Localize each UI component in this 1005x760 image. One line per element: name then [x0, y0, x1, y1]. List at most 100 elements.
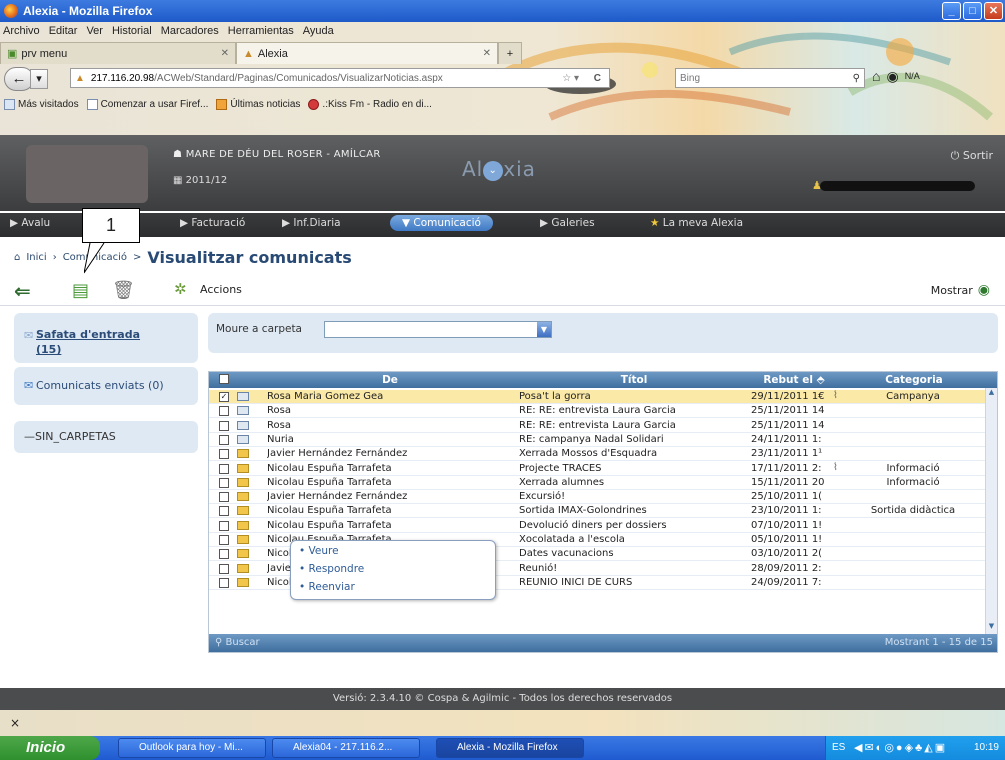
breadcrumb-home[interactable]: Inici	[26, 252, 46, 263]
close-tab-icon[interactable]: ✕	[483, 48, 491, 59]
addon-icon[interactable]: ◉	[886, 68, 898, 85]
row-checkbox[interactable]	[219, 520, 229, 531]
scroll-up-icon[interactable]: ▲	[986, 388, 997, 400]
table-row[interactable]: Javier Hernández Fernández Excursió! 25/10…	[209, 490, 985, 505]
table-row[interactable]: Nicolau Espuña Tarrafeta Projecte TRACES 1…	[209, 462, 985, 476]
back-arrow-icon[interactable]: ⇐	[14, 279, 31, 303]
close-tab-icon[interactable]: ✕	[221, 48, 229, 59]
language-indicator[interactable]: ES	[832, 742, 845, 753]
start-button[interactable]: Inicio	[0, 736, 100, 760]
bookmark-comenzar[interactable]: Comenzar a usar Firef...	[86, 98, 208, 110]
envelope-icon	[237, 549, 249, 559]
col-de[interactable]: De	[265, 374, 515, 386]
close-window-button[interactable]: ✕	[984, 2, 1003, 20]
menu-archivo[interactable]: Archivo	[2, 25, 41, 37]
breadcrumb: ⌂ Inici › Comunicació > Visualitzar comu…	[14, 247, 352, 267]
school-year[interactable]: ▦ 2011/12	[173, 175, 227, 186]
sidebar-sent[interactable]: ✉ Comunicats enviats (0)	[14, 367, 198, 405]
folder-select[interactable]: ▼	[324, 321, 552, 338]
menu-historial[interactable]: Historial	[111, 25, 153, 37]
nav-galeries[interactable]: ▶ Galeries	[540, 217, 595, 229]
url-bar[interactable]: ▲ 217.116.20.98/ACWeb/Standard/Paginas/C…	[70, 68, 610, 88]
table-row[interactable]: Javier Hernández Fernández Xerrada Mossos…	[209, 447, 985, 462]
logout-button[interactable]: ⏻ Sortir	[951, 149, 993, 163]
table-row[interactable]: Nicolau Espuña Tarrafeta Sortida IMAX-Gol…	[209, 504, 985, 519]
menu-ayuda[interactable]: Ayuda	[302, 25, 335, 37]
table-row[interactable]: Nicolau Espuña Tarrafeta Devolució diners…	[209, 519, 985, 533]
minimize-button[interactable]: _	[942, 2, 961, 20]
cell-from: Rosa Maria Gomez Gea	[267, 391, 384, 402]
row-checkbox[interactable]	[219, 549, 229, 560]
tray-icons[interactable]: ◀✉◐◎●◈♣◭▣	[854, 741, 947, 754]
close-status-icon[interactable]: ×	[10, 716, 20, 730]
sidebar-inbox[interactable]: ✉ Safata d'entrada (15)	[14, 313, 198, 363]
menu-item-respondre[interactable]: • Respondre	[299, 563, 364, 575]
scroll-down-icon[interactable]: ▼	[986, 622, 997, 634]
maximize-button[interactable]: □	[963, 2, 982, 20]
tab-alexia[interactable]: ▲ Alexia ✕	[236, 42, 498, 64]
row-checkbox[interactable]	[219, 563, 229, 574]
home-icon[interactable]: ⌂	[14, 252, 20, 263]
row-checkbox[interactable]	[219, 420, 229, 431]
nav-comunicacio[interactable]: ▼ Comunicació	[390, 215, 493, 231]
table-row[interactable]: Nuria RE: campanya Nadal Solidari 24/11/20…	[209, 433, 985, 447]
row-checkbox[interactable]	[219, 477, 229, 488]
envelope-icon	[237, 477, 249, 487]
row-checkbox[interactable]	[219, 449, 229, 460]
delete-icon[interactable]: 🗑	[112, 280, 135, 301]
nav-avaluacio[interactable]: ▶ Avalu	[10, 217, 50, 229]
nav-facturacio[interactable]: ▶ Facturació	[180, 217, 245, 229]
addon-label[interactable]: N/A	[905, 71, 920, 85]
reload-icon[interactable]: C	[594, 73, 601, 84]
bookmark-mas-visitados[interactable]: Más visitados	[4, 98, 79, 110]
bookmark-ultimas-noticias[interactable]: Últimas noticias	[216, 98, 300, 110]
new-message-icon[interactable]: ▤	[72, 280, 89, 301]
grid-scrollbar[interactable]: ▲ ▼	[985, 388, 997, 634]
menu-herramientas[interactable]: Herramientas	[227, 25, 295, 37]
row-checkbox[interactable]	[219, 506, 229, 517]
tab-prv-menu[interactable]: ▣ prv menu ✕	[0, 42, 236, 64]
select-all-checkbox[interactable]	[219, 374, 229, 384]
menu-item-veure[interactable]: • Veure	[299, 545, 339, 557]
bookmark-star-icon[interactable]: ☆ ▾	[562, 73, 579, 84]
table-row[interactable]: Rosa RE: RE: entrevista Laura Garcia 25/11…	[209, 404, 985, 419]
search-icon[interactable]: ⚲	[853, 73, 860, 84]
actions-button[interactable]: Accions	[200, 283, 242, 296]
table-row[interactable]: ✓ Rosa Maria Gomez Gea Posa't la gorra 29/1…	[209, 390, 985, 404]
new-tab-button[interactable]: +	[498, 42, 522, 64]
task-firefox[interactable]: Alexia - Mozilla Firefox	[436, 738, 584, 758]
table-row[interactable]: Nicolau Espuña Tarrafeta Xerrada alumnes 1…	[209, 476, 985, 490]
browser-forward-button[interactable]: ▾	[30, 69, 48, 89]
menu-editar[interactable]: Editar	[48, 25, 79, 37]
bookmark-kiss-fm[interactable]: .:Kiss Fm - Radio en di...	[308, 98, 432, 110]
col-rebut[interactable]: Rebut el ⬘	[749, 374, 839, 386]
search-input[interactable]: Bing ⚲	[675, 68, 865, 88]
menu-marcadores[interactable]: Marcadores	[160, 25, 220, 37]
nav-la-meva-alexia[interactable]: ★ La meva Alexia	[650, 217, 743, 229]
row-checkbox[interactable]	[219, 463, 229, 474]
row-checkbox[interactable]	[219, 406, 229, 417]
row-checkbox[interactable]	[219, 434, 229, 445]
inbox-link[interactable]: Safata d'entrada (15)	[36, 327, 166, 357]
chevron-down-icon[interactable]: ▼	[537, 322, 551, 337]
folders-label[interactable]: —SIN_CARPETAS	[24, 430, 116, 443]
home-icon[interactable]: ⌂	[872, 68, 880, 85]
table-row[interactable]: Rosa RE: RE: entrevista Laura Garcia 25/11…	[209, 419, 985, 433]
task-alexia04[interactable]: Alexia04 - 217.116.2...	[272, 738, 420, 758]
col-titol[interactable]: Títol	[519, 374, 749, 386]
sent-link[interactable]: Comunicats enviats (0)	[36, 379, 164, 392]
grid-search-button[interactable]: ⚲ Buscar	[215, 637, 260, 648]
actions-gear-icon[interactable]: ✲	[174, 280, 187, 298]
task-outlook[interactable]: Outlook para hoy - Mi...	[118, 738, 266, 758]
row-checkbox[interactable]: ✓	[219, 392, 229, 402]
menu-ver[interactable]: Ver	[85, 25, 104, 37]
row-checkbox[interactable]	[219, 492, 229, 503]
row-checkbox[interactable]	[219, 577, 229, 588]
row-checkbox[interactable]	[219, 535, 229, 545]
cell-from: Javier Hernández Fernández	[267, 491, 408, 503]
menu-item-reenviar[interactable]: • Reenviar	[299, 581, 355, 593]
show-button[interactable]: Mostrar ◉	[931, 282, 990, 298]
nav-inf-diaria[interactable]: ▶ Inf.Diaria	[282, 217, 341, 229]
sidebar-folders[interactable]: —SIN_CARPETAS	[14, 421, 198, 453]
col-categoria[interactable]: Categoria	[849, 374, 979, 386]
